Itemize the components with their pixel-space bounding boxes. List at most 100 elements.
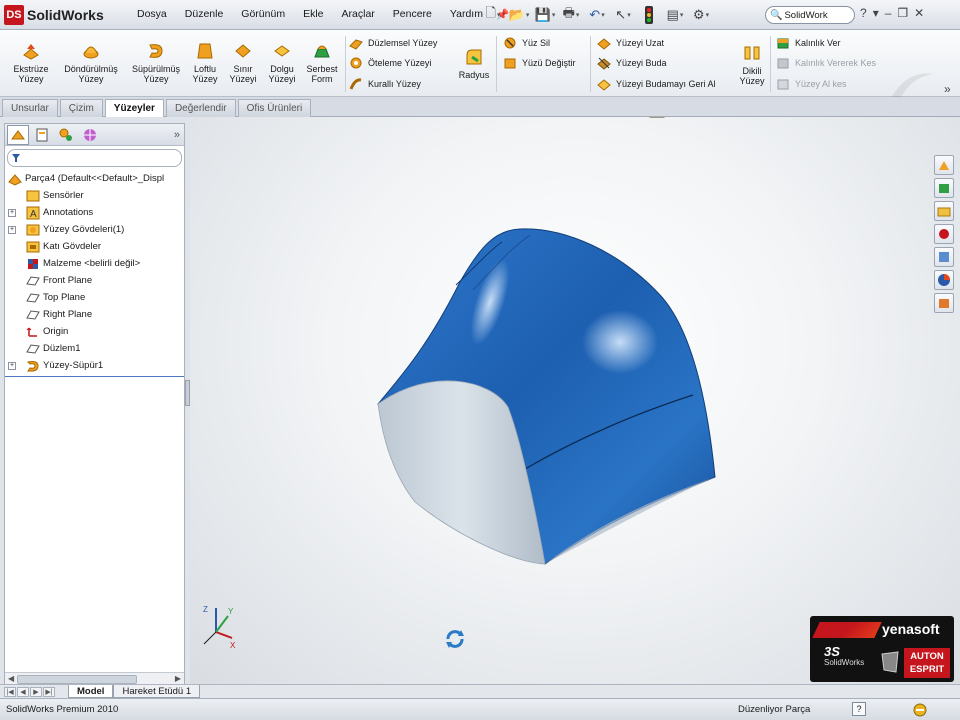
cut-with-surface-button[interactable]: Yüzey Al kes <box>775 75 847 93</box>
document-close-icon[interactable]: ✕ <box>944 117 953 118</box>
extruded-surface-button[interactable]: Ekstrüze Yüzey <box>8 34 54 94</box>
expand-icon[interactable]: + <box>8 208 16 217</box>
swept-surface-button[interactable]: Süpürülmüş Yüzey <box>128 34 184 94</box>
tree-item-plane1[interactable]: Düzlem1 <box>5 340 184 357</box>
offset-surface-button[interactable]: Öteleme Yüzeyi <box>348 54 431 72</box>
lofted-surface-button[interactable]: Loftlu Yüzey <box>188 34 222 94</box>
expand-icon[interactable]: + <box>8 225 16 234</box>
scroll-thumb[interactable] <box>17 675 137 684</box>
rotate-view-icon[interactable] <box>443 627 467 651</box>
tab-features[interactable]: Unsurlar <box>2 99 58 117</box>
appearance-icon[interactable] <box>606 117 624 119</box>
appearances-scenes-icon[interactable] <box>934 270 954 290</box>
fillet-button[interactable]: Radyus <box>456 40 492 100</box>
realview-icon[interactable]: ▾ <box>627 117 645 119</box>
shadows-icon[interactable]: 〰▾ <box>585 117 603 119</box>
open-folder-icon[interactable]: 📂 ▾ <box>508 5 530 25</box>
tree-item-material[interactable]: Malzeme <belirli değil> <box>5 255 184 272</box>
thickened-cut-button[interactable]: Kalınlık Vererek Kes <box>775 54 876 72</box>
menu-view[interactable]: Görünüm <box>232 8 294 21</box>
previous-view-icon[interactable]: ↺ <box>417 117 435 119</box>
tab-motion-study-1[interactable]: Hareket Etüdü 1 <box>113 685 201 698</box>
zoom-to-area-icon[interactable]: 🔎 <box>396 117 414 119</box>
ruled-surface-button[interactable]: Kurallı Yüzey <box>348 75 421 93</box>
section-view-icon[interactable]: ⊥ <box>438 117 456 119</box>
ribbon-more-icon[interactable]: » <box>944 82 951 96</box>
untrim-surface-button[interactable]: Yüzeyi Budamayı Geri Al <box>596 75 716 93</box>
freeform-button[interactable]: Serbest Form <box>302 34 342 94</box>
document-minimize-icon[interactable]: – <box>912 117 918 118</box>
last-tab-icon[interactable]: ▶| <box>43 686 55 697</box>
minimize-icon[interactable]: – <box>885 6 892 20</box>
rollback-bar[interactable] <box>5 376 184 377</box>
boundary-surface-button[interactable]: Sınır Yüzeyi <box>226 34 260 94</box>
tree-root-part[interactable]: Parça4 (Default<<Default>_Displ <box>5 170 184 187</box>
tab-office-products[interactable]: Ofis Ürünleri <box>237 99 312 117</box>
knit-surface-button[interactable]: Dikili Yüzey <box>734 36 770 96</box>
search-results-icon[interactable] <box>934 224 954 244</box>
filled-surface-button[interactable]: Dolgu Yüzeyi <box>264 34 300 94</box>
options-icon[interactable]: ⚙ ▾ <box>690 5 712 25</box>
zoom-to-fit-icon[interactable]: 🔍 <box>375 117 393 119</box>
extend-surface-button[interactable]: Yüzeyi Uzat <box>596 34 664 52</box>
select-cursor-icon[interactable]: ↖ ▾ <box>612 5 634 25</box>
tree-filter-input[interactable] <box>7 149 182 167</box>
rebuild-icon[interactable] <box>638 5 660 25</box>
custom-properties-icon[interactable] <box>934 293 954 313</box>
display-style-icon[interactable]: ◧ <box>480 117 498 119</box>
delete-face-button[interactable]: Yüz Sil <box>502 34 550 52</box>
tree-item-front-plane[interactable]: Front Plane <box>5 272 184 289</box>
configuration-manager-tab-icon[interactable] <box>55 125 77 145</box>
first-tab-icon[interactable]: |◀ <box>4 686 16 697</box>
view-palette-icon[interactable] <box>934 247 954 267</box>
thicken-button[interactable]: Kalınlık Ver <box>775 34 841 52</box>
document-restore-icon[interactable]: ❐ <box>926 117 936 118</box>
menu-tools[interactable]: Araçlar <box>333 8 384 21</box>
scroll-left-icon[interactable]: ◀ <box>8 674 14 683</box>
save-icon[interactable]: 💾 ▾ <box>534 5 556 25</box>
undo-icon[interactable]: ↶ ▾ <box>586 5 608 25</box>
tab-sketch[interactable]: Çizim <box>59 99 103 117</box>
tab-model[interactable]: Model <box>68 685 114 698</box>
rebuild-status-icon[interactable] <box>912 702 928 718</box>
graphics-area[interactable]: 🔍 🔎 ↺ ⊥ ▣ ◧ ◨ ◩ ◪▾ ▤▾ 〰▾ ▾ – ❐ ✕ Z Y X <box>190 117 960 684</box>
replace-face-button[interactable]: Yüzü Değiştir <box>502 54 576 72</box>
swept-surface-model[interactable] <box>190 117 960 684</box>
scroll-right-icon[interactable]: ▶ <box>175 674 181 683</box>
feature-manager-tab-icon[interactable] <box>7 124 29 145</box>
restore-icon[interactable]: ❐ <box>897 6 908 20</box>
close-icon[interactable]: ✕ <box>914 6 924 20</box>
view-settings-icon[interactable]: ▤▾ <box>564 117 582 119</box>
tree-item-surface-sweep1[interactable]: + Yüzey-Süpür1 <box>5 357 184 374</box>
tree-item-surface-bodies[interactable]: + Yüzey Gövdeleri(1) <box>5 221 184 238</box>
menu-edit[interactable]: Düzenle <box>176 8 233 21</box>
search-input[interactable]: 🔍 SolidWork <box>765 6 855 24</box>
help-icon[interactable]: ? <box>860 6 867 20</box>
tree-item-sensors[interactable]: Sensörler <box>5 187 184 204</box>
edit-appearance-icon[interactable]: ◩ <box>522 117 540 119</box>
file-properties-icon[interactable]: ▤ ▾ <box>664 5 686 25</box>
apply-scene-icon[interactable]: ◪▾ <box>543 117 561 119</box>
design-library-icon[interactable] <box>934 178 954 198</box>
print-icon[interactable]: 🖶 ▾ <box>560 5 582 25</box>
solidworks-logo[interactable]: DS SolidWorks <box>4 4 124 26</box>
hide-show-items-icon[interactable]: ◨ <box>501 117 519 119</box>
next-tab-icon[interactable]: ▶ <box>30 686 42 697</box>
tree-item-right-plane[interactable]: Right Plane <box>5 306 184 323</box>
property-manager-tab-icon[interactable] <box>31 125 53 145</box>
help-dropdown-icon[interactable]: ▾ <box>873 6 879 20</box>
new-document-icon[interactable]: 🗋 ▾ <box>482 5 504 25</box>
tree-item-top-plane[interactable]: Top Plane <box>5 289 184 306</box>
view-orientation-icon[interactable]: ▣ <box>459 117 477 119</box>
planar-surface-button[interactable]: Düzlemsel Yüzey <box>348 34 437 52</box>
photoview-icon[interactable] <box>648 117 666 119</box>
revolved-surface-button[interactable]: Döndürülmüş Yüzey <box>60 34 122 94</box>
menu-window[interactable]: Pencere <box>384 8 441 21</box>
status-help-icon[interactable]: ? <box>852 702 866 716</box>
solidworks-resources-icon[interactable] <box>934 155 954 175</box>
tab-surfaces[interactable]: Yüzeyler <box>104 99 164 117</box>
tree-item-annotations[interactable]: + A Annotations <box>5 204 184 221</box>
file-explorer-icon[interactable] <box>934 201 954 221</box>
prev-tab-icon[interactable]: ◀ <box>17 686 29 697</box>
menu-insert[interactable]: Ekle <box>294 8 332 21</box>
